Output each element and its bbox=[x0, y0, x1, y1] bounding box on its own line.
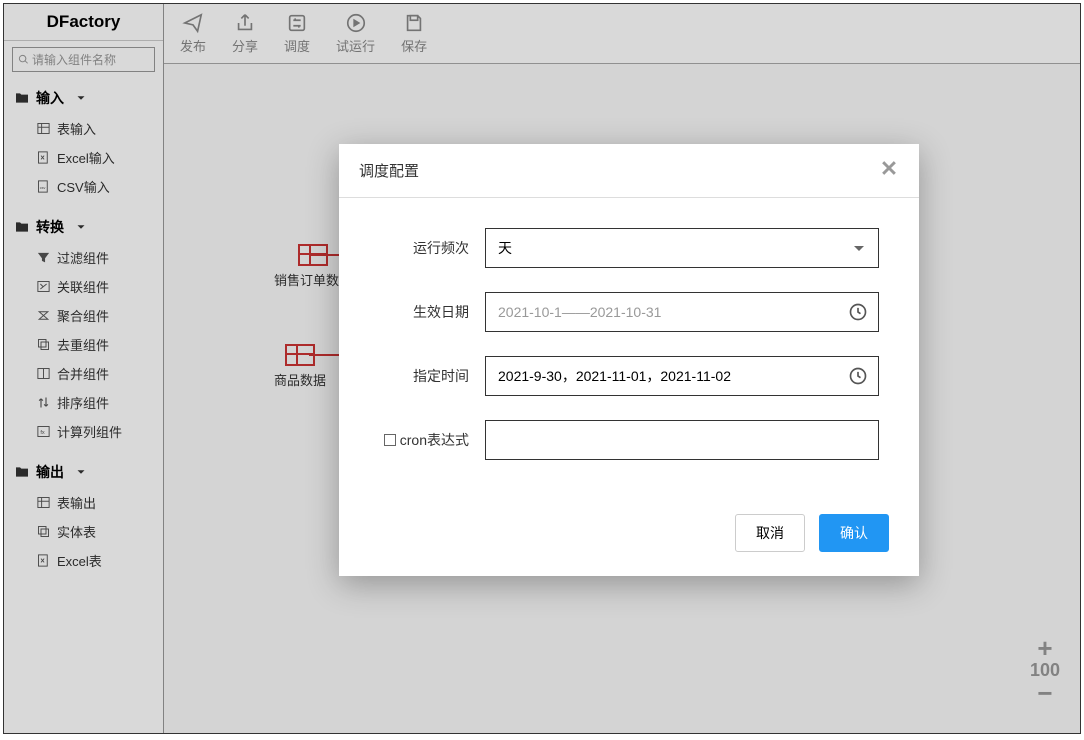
specific-time-label: 指定时间 bbox=[379, 366, 469, 386]
specific-time-input[interactable]: 2021-9-30，2021-11-01，2021-11-02 bbox=[485, 356, 879, 396]
cron-label: cron表达式 bbox=[379, 430, 469, 450]
clock-icon bbox=[848, 302, 868, 325]
dialog-body: 运行频次 天 生效日期 2021-10-1——2021-10-31 指定时间 2… bbox=[339, 198, 919, 504]
confirm-button[interactable]: 确认 bbox=[819, 514, 889, 552]
frequency-value: 天 bbox=[498, 238, 512, 258]
frequency-select[interactable]: 天 bbox=[485, 228, 879, 268]
schedule-config-dialog: 调度配置 运行频次 天 生效日期 2021-10-1——2021-10-31 指… bbox=[339, 144, 919, 576]
dialog-title: 调度配置 bbox=[359, 160, 419, 181]
cron-label-text: cron表达式 bbox=[400, 430, 469, 450]
dialog-close-button[interactable] bbox=[879, 158, 899, 183]
cancel-button[interactable]: 取消 bbox=[735, 514, 805, 552]
close-icon bbox=[879, 158, 899, 178]
dialog-footer: 取消 确认 bbox=[339, 504, 919, 576]
cron-checkbox[interactable] bbox=[384, 434, 396, 446]
frequency-label: 运行频次 bbox=[379, 238, 469, 258]
dialog-header: 调度配置 bbox=[339, 144, 919, 198]
effective-date-label: 生效日期 bbox=[379, 302, 469, 322]
specific-time-value: 2021-9-30，2021-11-01，2021-11-02 bbox=[498, 366, 731, 386]
cron-input[interactable] bbox=[485, 420, 879, 460]
clock-icon bbox=[848, 366, 868, 389]
effective-date-placeholder: 2021-10-1——2021-10-31 bbox=[498, 304, 661, 320]
effective-date-input[interactable]: 2021-10-1——2021-10-31 bbox=[485, 292, 879, 332]
